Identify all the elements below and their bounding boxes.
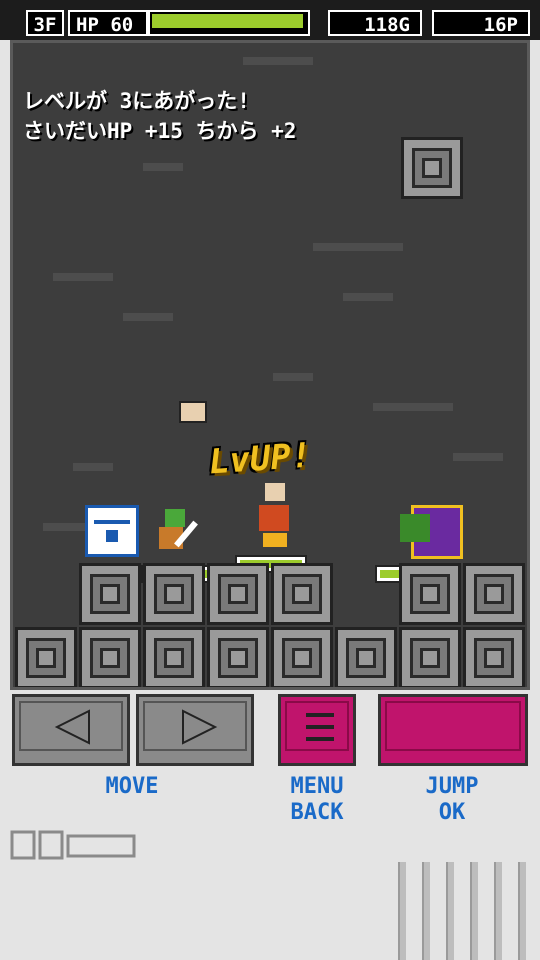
bg-brick xyxy=(373,403,453,411)
floor-indicator: 3F xyxy=(26,10,64,36)
menu-label-line2: BACK xyxy=(290,800,344,825)
stone-block xyxy=(401,137,463,199)
treasure-chest-icon xyxy=(85,505,139,557)
hp-value: 60 xyxy=(110,14,134,36)
bg-brick xyxy=(53,273,113,281)
stone-block xyxy=(463,563,525,625)
points-counter: 16P xyxy=(432,10,530,36)
menu-label-line1: MENU xyxy=(290,774,344,799)
hp-bar-fill xyxy=(152,14,303,28)
green-warrior-icon xyxy=(153,509,198,557)
brand-logo xyxy=(10,830,136,860)
hero-icon xyxy=(249,483,301,553)
game-screen[interactable]: レベルが 3にあがった! さいだいHP +15 ちから +2 LvUP! xyxy=(10,40,530,690)
move-label: MOVE xyxy=(105,774,159,799)
move-right-button[interactable] xyxy=(136,694,254,766)
jump-face xyxy=(385,701,521,751)
bg-brick xyxy=(123,313,173,321)
stone-block xyxy=(79,627,141,687)
menu-face xyxy=(285,701,349,751)
message-line-2: さいだいHP +15 ちから +2 xyxy=(23,119,297,143)
bg-brick xyxy=(453,453,503,461)
hp-label: HP xyxy=(76,14,99,36)
hp-indicator: HP 60 xyxy=(68,10,148,36)
vent-slot xyxy=(446,862,454,960)
jump-label-line1: JUMP xyxy=(425,774,479,799)
axe-icon xyxy=(179,401,207,423)
bg-brick xyxy=(343,293,393,301)
bg-brick xyxy=(143,163,183,171)
gold-counter: 118G xyxy=(328,10,422,36)
left-triangle-icon xyxy=(54,709,90,745)
levelup-text: LvUP! xyxy=(207,435,313,483)
bg-brick xyxy=(273,373,313,381)
stone-block xyxy=(399,563,461,625)
menu-label: MENU BACK xyxy=(268,774,366,826)
stone-block xyxy=(15,627,77,687)
purple-chest-icon xyxy=(400,505,463,559)
stone-block xyxy=(143,627,205,687)
bg-brick xyxy=(243,57,313,65)
stone-block xyxy=(399,627,461,687)
stone-block xyxy=(463,627,525,687)
vent-slot xyxy=(470,862,478,960)
stone-block xyxy=(271,627,333,687)
vent-slot xyxy=(398,862,406,960)
stone-block xyxy=(207,563,269,625)
bg-brick xyxy=(73,463,113,471)
bg-brick xyxy=(313,243,403,251)
jump-label: JUMP OK xyxy=(396,774,508,826)
jump-button[interactable] xyxy=(378,694,528,766)
stone-block xyxy=(143,563,205,625)
vent-slot xyxy=(494,862,502,960)
message-line-1: レベルが 3にあがった! xyxy=(23,89,250,113)
stone-block xyxy=(207,627,269,687)
vent-slot xyxy=(422,862,430,960)
menu-button[interactable] xyxy=(278,694,356,766)
stone-block xyxy=(335,627,397,687)
hp-bar xyxy=(148,10,310,36)
move-left-button[interactable] xyxy=(12,694,130,766)
jump-label-line2: OK xyxy=(438,800,466,825)
hud-bar: 3F HP 60 118G 16P xyxy=(0,0,540,40)
vent-slot xyxy=(518,862,526,960)
stone-block xyxy=(79,563,141,625)
move-left-face xyxy=(19,701,123,751)
hamburger-menu-icon xyxy=(306,713,334,741)
stone-block xyxy=(271,563,333,625)
move-right-face xyxy=(143,701,247,751)
right-triangle-icon xyxy=(182,709,218,745)
